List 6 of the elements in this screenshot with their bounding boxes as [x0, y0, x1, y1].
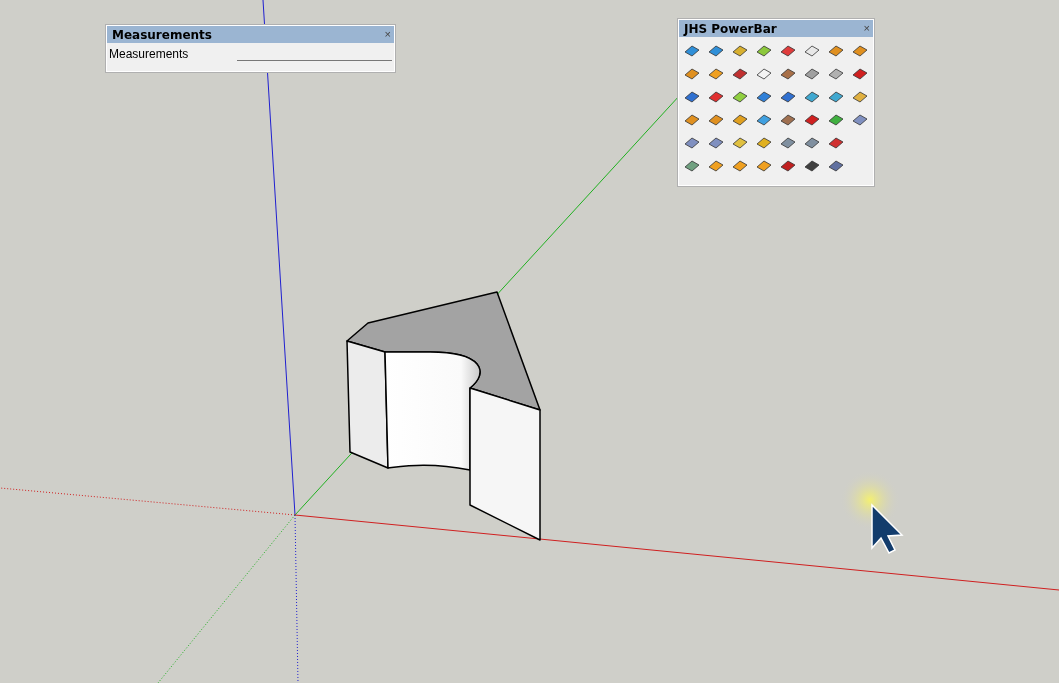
panel-title: JHS PowerBar: [684, 21, 777, 36]
cursor-arrow-icon: [871, 503, 904, 554]
close-button[interactable]: ×: [384, 29, 391, 40]
close-button[interactable]: ×: [863, 23, 870, 34]
measurements-label: Measurements: [109, 46, 189, 61]
panel-title: Measurements: [112, 27, 212, 42]
